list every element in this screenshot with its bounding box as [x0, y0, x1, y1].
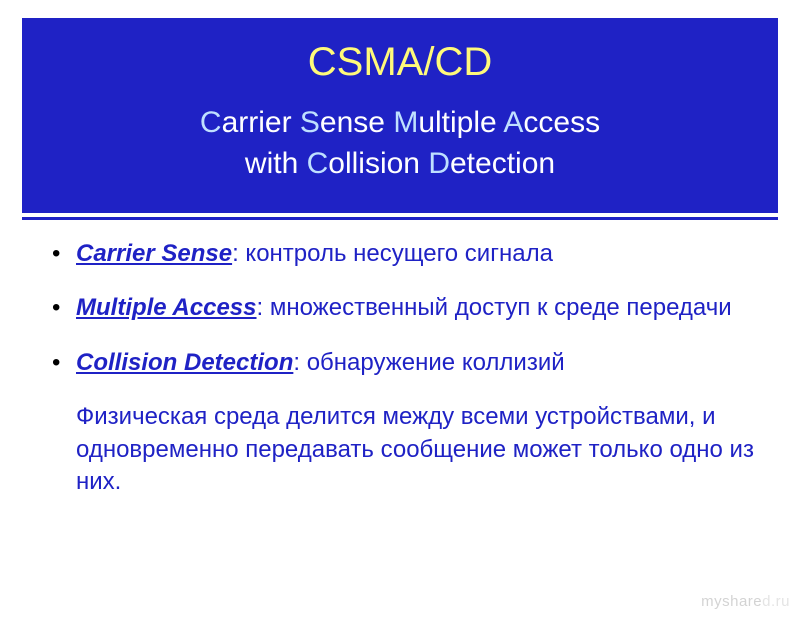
highlighted-letter: D [428, 147, 450, 180]
subtitle-text: with [245, 147, 307, 180]
list-item: Collision Detection: обнаружение коллизи… [52, 347, 778, 379]
subtitle-text: ccess [523, 106, 600, 139]
highlighted-letter: A [503, 106, 523, 139]
list-item: Multiple Access: множественный доступ к … [52, 292, 778, 324]
term-label: Carrier Sense [76, 240, 232, 267]
highlighted-letter: M [393, 106, 418, 139]
content-area: Carrier Sense: контроль несущего сигнала… [52, 238, 778, 498]
term-description: : контроль несущего сигнала [232, 240, 553, 267]
term-description: : множественный доступ к среде передачи [257, 294, 732, 321]
title-header: CSMA/CD Carrier Sense Multiple Access wit… [22, 18, 778, 213]
slide-subtitle: Carrier Sense Multiple Access with Collis… [40, 103, 760, 184]
watermark: myshared.ru [701, 593, 790, 610]
header-underline [22, 217, 778, 220]
highlighted-letter: C [307, 147, 329, 180]
subtitle-text: arrier [222, 106, 300, 139]
watermark-left: myshare [701, 593, 762, 610]
highlighted-letter: C [200, 106, 222, 139]
subtitle-text: ultiple [418, 106, 503, 139]
body-paragraph: Физическая среда делится между всеми уст… [76, 401, 778, 498]
subtitle-text: etection [450, 147, 555, 180]
watermark-right: d.ru [762, 593, 790, 610]
highlighted-letter: S [300, 106, 320, 139]
subtitle-text: ollision [328, 147, 428, 180]
term-label: Collision Detection [76, 349, 293, 376]
list-item: Carrier Sense: контроль несущего сигнала [52, 238, 778, 270]
term-description: : обнаружение коллизий [293, 349, 564, 376]
slide-title: CSMA/CD [40, 40, 760, 85]
term-label: Multiple Access [76, 294, 257, 321]
subtitle-text: ense [320, 106, 393, 139]
